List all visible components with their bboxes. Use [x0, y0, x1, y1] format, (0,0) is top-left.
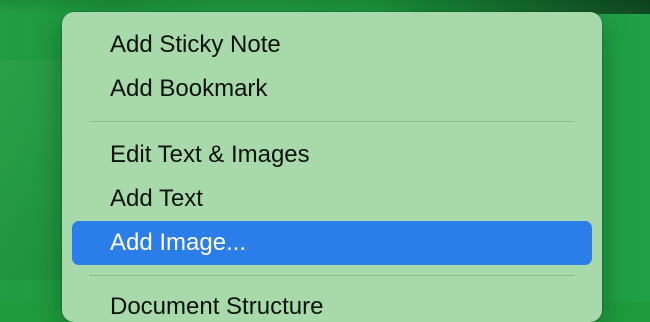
menu-item-document-structure[interactable]: Document Structure	[72, 285, 592, 322]
menu-separator	[90, 275, 574, 276]
menu-item-add-bookmark[interactable]: Add Bookmark	[72, 67, 592, 111]
menu-item-edit-text-images[interactable]: Edit Text & Images	[72, 133, 592, 177]
menu-separator	[90, 121, 574, 122]
context-menu: Add Sticky Note Add Bookmark Edit Text &…	[62, 12, 602, 322]
menu-item-add-sticky-note[interactable]: Add Sticky Note	[72, 23, 592, 67]
menu-item-add-image[interactable]: Add Image...	[72, 221, 592, 265]
menu-item-add-text[interactable]: Add Text	[72, 177, 592, 221]
